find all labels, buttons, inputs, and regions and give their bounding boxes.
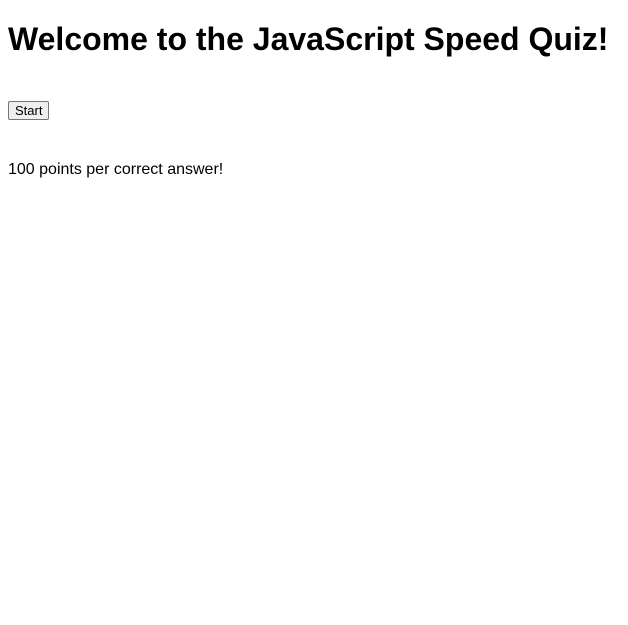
start-button[interactable]: Start: [8, 101, 50, 120]
page-title: Welcome to the JavaScript Speed Quiz!: [8, 21, 609, 57]
start-row: Start: [8, 101, 620, 121]
quiz-page: Welcome to the JavaScript Speed Quiz! St…: [0, 0, 628, 625]
points-info-text: 100 points per correct answer!: [8, 161, 224, 178]
